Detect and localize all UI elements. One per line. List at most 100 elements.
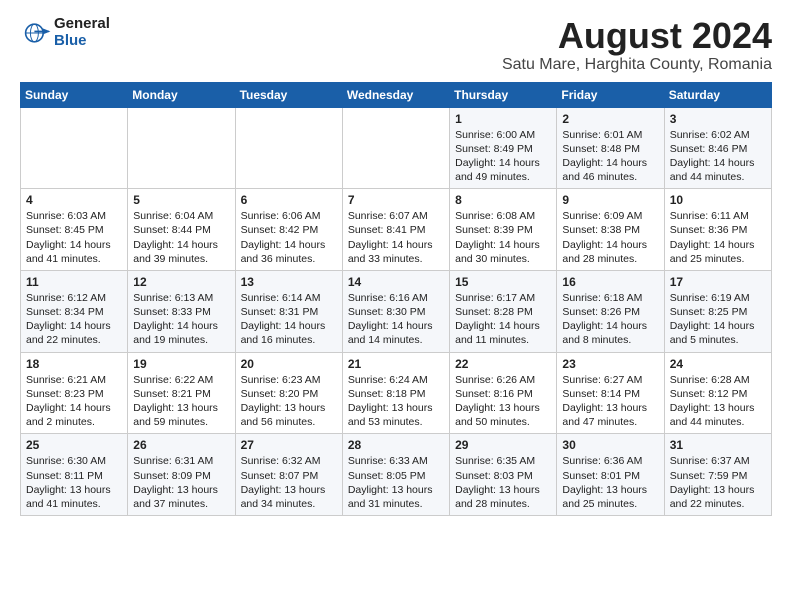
calendar-weekday-wednesday: Wednesday xyxy=(342,82,449,107)
day-info: Sunrise: 6:13 AM Sunset: 8:33 PM Dayligh… xyxy=(133,291,229,348)
calendar-week-row: 11 Sunrise: 6:12 AM Sunset: 8:34 PM Dayli… xyxy=(21,270,772,352)
day-number: 17 xyxy=(670,275,766,289)
calendar-cell: 19Sunrise: 6:22 AM Sunset: 8:21 PM Dayli… xyxy=(128,352,235,434)
day-number: 1 xyxy=(455,112,551,126)
day-number: 8 xyxy=(455,193,551,207)
calendar-cell: 14Sunrise: 6:16 AM Sunset: 8:30 PM Dayli… xyxy=(342,270,449,352)
calendar-cell: 7Sunrise: 6:07 AM Sunset: 8:41 PM Daylig… xyxy=(342,189,449,271)
calendar-cell: 9Sunrise: 6:09 AM Sunset: 8:38 PM Daylig… xyxy=(557,189,664,271)
calendar-cell: 29Sunrise: 6:35 AM Sunset: 8:03 PM Dayli… xyxy=(450,434,557,516)
day-info: Sunrise: 6:21 AM Sunset: 8:23 PM Dayligh… xyxy=(26,373,122,430)
logo-general-text: General xyxy=(54,16,110,33)
calendar-week-row: 25 Sunrise: 6:30 AM Sunset: 8:11 PM Dayli… xyxy=(21,434,772,516)
day-number: 31 xyxy=(670,438,766,452)
day-number: 14 xyxy=(348,275,444,289)
page-title: August 2024 xyxy=(502,16,772,56)
day-number: 18 xyxy=(26,357,122,371)
day-info: Sunrise: 6:24 AM Sunset: 8:18 PM Dayligh… xyxy=(348,373,444,430)
day-info: Sunrise: 6:03 AM Sunset: 8:45 PM Dayligh… xyxy=(26,209,122,266)
day-info: Sunrise: 6:37 AM Sunset: 7:59 PM Dayligh… xyxy=(670,454,766,511)
day-number: 26 xyxy=(133,438,229,452)
calendar-cell xyxy=(235,107,342,189)
day-info: Sunrise: 6:12 AM Sunset: 8:34 PM Dayligh… xyxy=(26,291,122,348)
day-number: 13 xyxy=(241,275,337,289)
calendar-cell: 31 Sunrise: 6:37 AM Sunset: 7:59 PM Dayli… xyxy=(664,434,771,516)
calendar-cell: 25 Sunrise: 6:30 AM Sunset: 8:11 PM Dayli… xyxy=(21,434,128,516)
logo-blue-text: Blue xyxy=(54,33,110,50)
logo-icon xyxy=(20,17,52,49)
calendar-cell xyxy=(342,107,449,189)
calendar-cell: 3Sunrise: 6:02 AM Sunset: 8:46 PM Daylig… xyxy=(664,107,771,189)
calendar-header-row: SundayMondayTuesdayWednesdayThursdayFrid… xyxy=(21,82,772,107)
calendar-weekday-sunday: Sunday xyxy=(21,82,128,107)
day-number: 20 xyxy=(241,357,337,371)
day-info: Sunrise: 6:18 AM Sunset: 8:26 PM Dayligh… xyxy=(562,291,658,348)
calendar-cell: 27Sunrise: 6:32 AM Sunset: 8:07 PM Dayli… xyxy=(235,434,342,516)
calendar-cell xyxy=(128,107,235,189)
day-info: Sunrise: 6:30 AM Sunset: 8:11 PM Dayligh… xyxy=(26,454,122,511)
calendar-week-row: 1 Sunrise: 6:00 AM Sunset: 8:49 PM Daylig… xyxy=(21,107,772,189)
day-number: 5 xyxy=(133,193,229,207)
calendar-cell: 30 Sunrise: 6:36 AM Sunset: 8:01 PM Dayli… xyxy=(557,434,664,516)
day-info: Sunrise: 6:26 AM Sunset: 8:16 PM Dayligh… xyxy=(455,373,551,430)
calendar-cell: 12 Sunrise: 6:13 AM Sunset: 8:33 PM Dayli… xyxy=(128,270,235,352)
day-info: Sunrise: 6:22 AM Sunset: 8:21 PM Dayligh… xyxy=(133,373,229,430)
day-number: 10 xyxy=(670,193,766,207)
calendar-week-row: 4Sunrise: 6:03 AM Sunset: 8:45 PM Daylig… xyxy=(21,189,772,271)
calendar-cell: 18 Sunrise: 6:21 AM Sunset: 8:23 PM Dayli… xyxy=(21,352,128,434)
day-info: Sunrise: 6:23 AM Sunset: 8:20 PM Dayligh… xyxy=(241,373,337,430)
day-number: 25 xyxy=(26,438,122,452)
calendar-cell: 2 Sunrise: 6:01 AM Sunset: 8:48 PM Daylig… xyxy=(557,107,664,189)
calendar-cell: 15 Sunrise: 6:17 AM Sunset: 8:28 PM Dayli… xyxy=(450,270,557,352)
day-number: 6 xyxy=(241,193,337,207)
calendar-cell: 13 Sunrise: 6:14 AM Sunset: 8:31 PM Dayli… xyxy=(235,270,342,352)
day-number: 24 xyxy=(670,357,766,371)
calendar-weekday-saturday: Saturday xyxy=(664,82,771,107)
day-info: Sunrise: 6:36 AM Sunset: 8:01 PM Dayligh… xyxy=(562,454,658,511)
logo: General Blue xyxy=(20,16,110,49)
calendar-cell: 28Sunrise: 6:33 AM Sunset: 8:05 PM Dayli… xyxy=(342,434,449,516)
day-info: Sunrise: 6:00 AM Sunset: 8:49 PM Dayligh… xyxy=(455,128,551,185)
day-number: 23 xyxy=(562,357,658,371)
calendar-cell: 10 Sunrise: 6:11 AM Sunset: 8:36 PM Dayli… xyxy=(664,189,771,271)
calendar-weekday-friday: Friday xyxy=(557,82,664,107)
day-info: Sunrise: 6:08 AM Sunset: 8:39 PM Dayligh… xyxy=(455,209,551,266)
calendar-cell: 4Sunrise: 6:03 AM Sunset: 8:45 PM Daylig… xyxy=(21,189,128,271)
day-number: 16 xyxy=(562,275,658,289)
calendar-table: SundayMondayTuesdayWednesdayThursdayFrid… xyxy=(20,82,772,516)
day-number: 30 xyxy=(562,438,658,452)
day-info: Sunrise: 6:06 AM Sunset: 8:42 PM Dayligh… xyxy=(241,209,337,266)
day-number: 27 xyxy=(241,438,337,452)
calendar-cell: 22 Sunrise: 6:26 AM Sunset: 8:16 PM Dayli… xyxy=(450,352,557,434)
calendar-weekday-tuesday: Tuesday xyxy=(235,82,342,107)
calendar-cell: 20 Sunrise: 6:23 AM Sunset: 8:20 PM Dayli… xyxy=(235,352,342,434)
day-number: 12 xyxy=(133,275,229,289)
day-info: Sunrise: 6:04 AM Sunset: 8:44 PM Dayligh… xyxy=(133,209,229,266)
calendar-cell: 24 Sunrise: 6:28 AM Sunset: 8:12 PM Dayli… xyxy=(664,352,771,434)
day-number: 2 xyxy=(562,112,658,126)
day-info: Sunrise: 6:11 AM Sunset: 8:36 PM Dayligh… xyxy=(670,209,766,266)
title-block: August 2024 Satu Mare, Harghita County, … xyxy=(502,16,772,74)
calendar-cell: 11 Sunrise: 6:12 AM Sunset: 8:34 PM Dayli… xyxy=(21,270,128,352)
calendar-cell: 1 Sunrise: 6:00 AM Sunset: 8:49 PM Daylig… xyxy=(450,107,557,189)
calendar-cell: 23Sunrise: 6:27 AM Sunset: 8:14 PM Dayli… xyxy=(557,352,664,434)
day-info: Sunrise: 6:01 AM Sunset: 8:48 PM Dayligh… xyxy=(562,128,658,185)
calendar-cell xyxy=(21,107,128,189)
day-number: 22 xyxy=(455,357,551,371)
page: General Blue August 2024 Satu Mare, Harg… xyxy=(0,0,792,532)
day-number: 7 xyxy=(348,193,444,207)
day-info: Sunrise: 6:28 AM Sunset: 8:12 PM Dayligh… xyxy=(670,373,766,430)
calendar-week-row: 18 Sunrise: 6:21 AM Sunset: 8:23 PM Dayli… xyxy=(21,352,772,434)
day-number: 11 xyxy=(26,275,122,289)
day-number: 15 xyxy=(455,275,551,289)
day-info: Sunrise: 6:17 AM Sunset: 8:28 PM Dayligh… xyxy=(455,291,551,348)
day-info: Sunrise: 6:35 AM Sunset: 8:03 PM Dayligh… xyxy=(455,454,551,511)
page-subtitle: Satu Mare, Harghita County, Romania xyxy=(502,56,772,74)
day-info: Sunrise: 6:14 AM Sunset: 8:31 PM Dayligh… xyxy=(241,291,337,348)
calendar-cell: 26Sunrise: 6:31 AM Sunset: 8:09 PM Dayli… xyxy=(128,434,235,516)
calendar-cell: 5 Sunrise: 6:04 AM Sunset: 8:44 PM Daylig… xyxy=(128,189,235,271)
day-info: Sunrise: 6:33 AM Sunset: 8:05 PM Dayligh… xyxy=(348,454,444,511)
day-info: Sunrise: 6:09 AM Sunset: 8:38 PM Dayligh… xyxy=(562,209,658,266)
day-number: 21 xyxy=(348,357,444,371)
calendar-cell: 17Sunrise: 6:19 AM Sunset: 8:25 PM Dayli… xyxy=(664,270,771,352)
